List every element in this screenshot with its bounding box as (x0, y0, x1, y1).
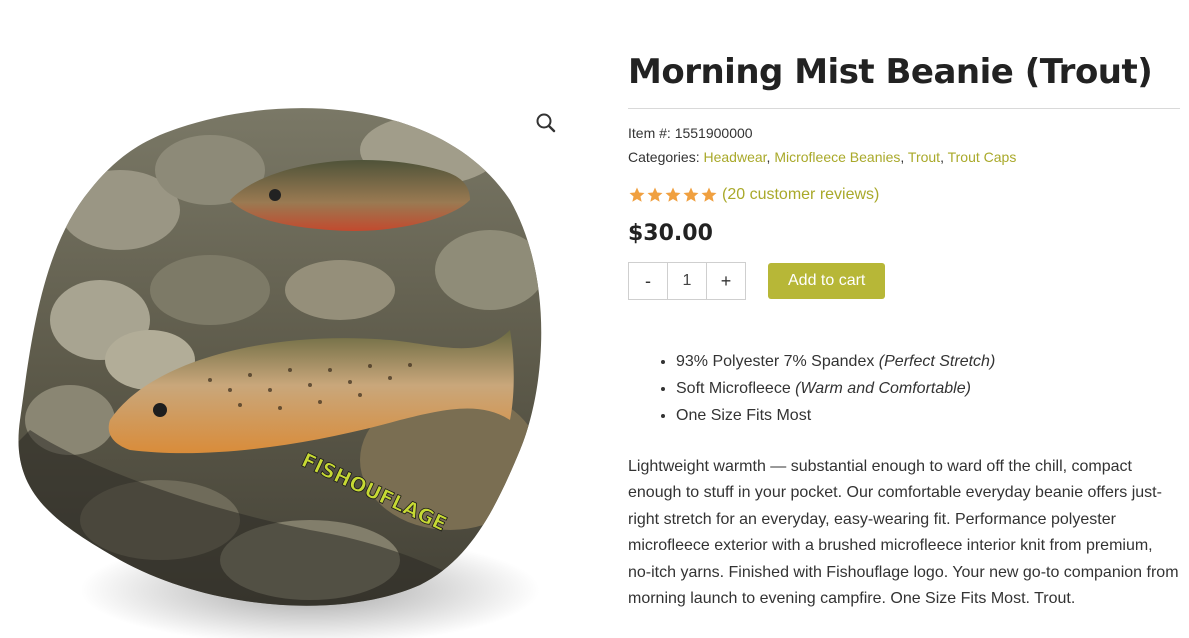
list-item: 93% Polyester 7% Spandex (Perfect Stretc… (676, 348, 1180, 375)
item-number-label: Item #: (628, 125, 671, 141)
quantity-decrease-button[interactable]: - (629, 263, 667, 299)
category-link[interactable]: Trout Caps (948, 149, 1017, 165)
categories-label: Categories: (628, 149, 700, 165)
category-link[interactable]: Microfleece Beanies (774, 149, 900, 165)
feature-list: 93% Polyester 7% Spandex (Perfect Stretc… (676, 348, 1180, 429)
list-item: One Size Fits Most (676, 402, 1180, 429)
feature-note: (Perfect Stretch) (878, 353, 996, 370)
product-description: Lightweight warmth — substantial enough … (628, 458, 1179, 608)
product-rating: (20 customer reviews) (628, 183, 1180, 207)
zoom-button[interactable] (533, 110, 559, 136)
quantity-input[interactable]: 1 (667, 263, 707, 299)
feature-text: Soft Microfleece (676, 380, 796, 397)
feature-note: (Warm and Comfortable) (795, 380, 971, 397)
list-item: Soft Microfleece (Warm and Comfortable) (676, 375, 1180, 402)
star-rating (628, 186, 718, 204)
product-image[interactable]: FISHOUFLAGE (10, 90, 570, 638)
star-icon (665, 187, 681, 202)
categories-row: Categories: Headwear, Microfleece Beanie… (628, 149, 1017, 165)
search-icon (536, 113, 556, 133)
title-divider (628, 108, 1180, 109)
product-gallery: FISHOUFLAGE (0, 40, 580, 638)
star-icon (647, 187, 663, 202)
category-link[interactable]: Headwear (703, 149, 766, 165)
item-number-row: Item #: 1551900000 (628, 121, 1180, 145)
product-price: $30.00 (628, 221, 713, 246)
product-title: Morning Mist Beanie (Trout) (628, 52, 1153, 92)
quantity-stepper: - 1 + (628, 262, 746, 300)
product-summary: Morning Mist Beanie (Trout) Item #: 1551… (628, 50, 1180, 612)
star-icon (683, 187, 699, 202)
product-meta: Item #: 1551900000 Categories: Headwear,… (628, 121, 1180, 169)
add-to-cart-form: - 1 + Add to cart (628, 262, 1180, 300)
quantity-increase-button[interactable]: + (707, 263, 745, 299)
reviews-link[interactable]: (20 customer reviews) (722, 186, 879, 204)
feature-text: One Size Fits Most (676, 407, 812, 424)
star-icon (701, 187, 717, 202)
star-icon (629, 187, 645, 202)
category-link[interactable]: Trout (908, 149, 940, 165)
add-to-cart-button[interactable]: Add to cart (768, 263, 886, 299)
item-number: 1551900000 (674, 125, 753, 141)
feature-text: 93% Polyester 7% Spandex (676, 353, 879, 370)
